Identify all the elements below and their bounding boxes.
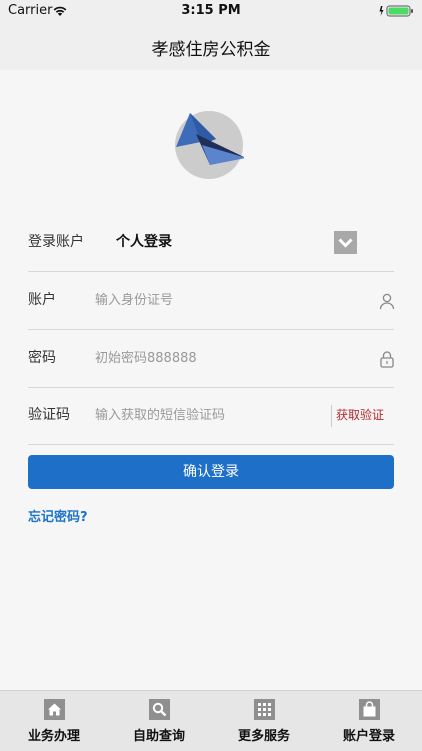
tab-self-query-label: 自助查询 bbox=[132, 729, 185, 744]
password-label: 密码 bbox=[28, 350, 56, 366]
account-label: 账户 bbox=[28, 292, 56, 308]
tab-account-login-label: 账户登录 bbox=[342, 729, 395, 744]
account-type-dropdown-button[interactable] bbox=[334, 231, 357, 254]
tab-self-query[interactable]: 自助查询 bbox=[109, 691, 209, 751]
account-type-label: 登录账户 bbox=[28, 234, 84, 250]
password-input[interactable]: 初始密码888888 bbox=[95, 330, 197, 387]
verification-code-row: 验证码 输入获取的短信验证码 获取验证码 bbox=[28, 387, 394, 479]
user-icon bbox=[379, 293, 395, 310]
nav-bar: 孝感住房公积金 bbox=[0, 22, 422, 70]
tab-account-login[interactable]: 账户登录 bbox=[319, 691, 419, 751]
confirm-login-button[interactable]: 确认登录 bbox=[28, 455, 394, 489]
paper-plane-logo bbox=[175, 111, 244, 179]
bag-icon bbox=[359, 699, 380, 720]
divider bbox=[331, 405, 332, 427]
tab-business-label: 业务办理 bbox=[27, 729, 80, 744]
tab-business[interactable]: 业务办理 bbox=[4, 691, 104, 751]
grid-icon bbox=[254, 699, 275, 720]
tab-more-services[interactable]: 更多服务 bbox=[214, 691, 314, 751]
tab-more-services-label: 更多服务 bbox=[237, 729, 290, 744]
page-title: 孝感住房公积金 bbox=[151, 40, 271, 60]
account-row: 账户 输入身份证号 bbox=[28, 272, 395, 330]
account-type-value: 个人登录 bbox=[116, 234, 172, 250]
status-time: 3:15 PM bbox=[181, 3, 241, 18]
status-bar: Carrier 3:15 PM bbox=[0, 0, 422, 22]
password-row: 密码 初始密码888888 bbox=[28, 330, 394, 388]
battery-icon bbox=[379, 5, 413, 17]
verification-code-input[interactable]: 输入获取的短信验证码 bbox=[95, 387, 225, 444]
home-icon bbox=[44, 699, 65, 720]
lock-icon bbox=[380, 351, 394, 368]
id-number-input[interactable]: 输入身份证号 bbox=[95, 272, 173, 329]
chevron-down-icon bbox=[338, 238, 353, 248]
tab-bar: 业务办理 自助查询 更多服务 账户登录 bbox=[0, 690, 422, 751]
account-type-row[interactable]: 登录账户 个人登录 bbox=[28, 214, 394, 272]
verification-code-label: 验证码 bbox=[28, 407, 70, 423]
search-icon bbox=[149, 699, 170, 720]
forgot-password-link[interactable]: 忘记密码? bbox=[28, 506, 88, 525]
